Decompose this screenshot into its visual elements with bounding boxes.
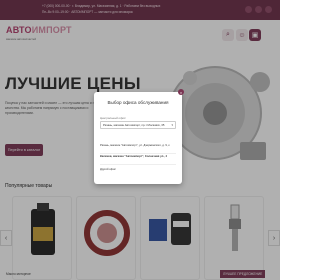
office-option[interactable]: Касимов, магазин "Автоимпорт", Солнечная… [100,155,176,159]
office-select-value: Рязань, магазин Автоимпорт, пр-т Московс… [103,123,165,127]
office-field-label: Центральный офис: [100,116,127,120]
office-option-other[interactable]: Другой офис [100,168,176,172]
close-icon[interactable]: × [178,89,184,95]
modal-title: Выбор офиса обслуживания [107,100,169,105]
chevron-down-icon: ▾ [171,123,173,127]
office-option[interactable]: Рязань, магазин "Автоимпорт", ул. Дзержи… [100,144,176,148]
office-select-modal: × Выбор офиса обслуживания Центральный о… [94,89,184,184]
divider [100,164,176,165]
divider [100,153,176,154]
office-select[interactable]: Рязань, магазин Автоимпорт, пр-т Московс… [100,121,176,129]
